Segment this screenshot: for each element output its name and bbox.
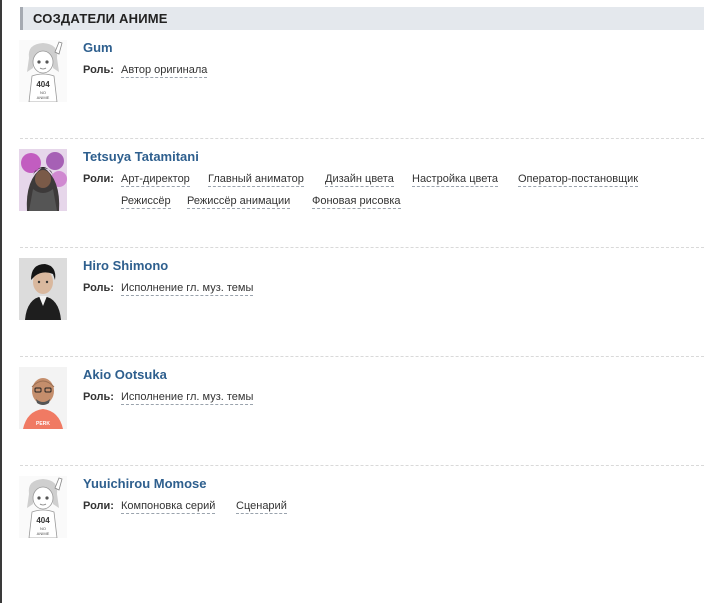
person-name-link[interactable]: Yuuichirou Momose <box>83 476 207 491</box>
person-name-link[interactable]: Tetsuya Tatamitani <box>83 149 199 164</box>
roles-label: Роль: <box>83 64 114 76</box>
svg-text:ANIME: ANIME <box>37 95 50 100</box>
role-link[interactable]: Режиссёр <box>121 195 171 209</box>
role-link[interactable]: Исполнение гл. муз. темы <box>121 391 254 405</box>
divider <box>20 465 704 466</box>
avatar-placeholder-image[interactable]: 404 NO ANIME <box>19 476 67 538</box>
avatar-photo[interactable]: PERK <box>19 367 67 429</box>
role-link[interactable]: Арт-директор <box>121 173 190 187</box>
role-link[interactable]: Дизайн цвета <box>325 173 394 187</box>
section-title: СОЗДАТЕЛИ АНИМЕ <box>33 11 168 26</box>
svg-text:404: 404 <box>36 80 50 89</box>
roles-label: Роли: <box>83 173 114 185</box>
roles-label: Роли: <box>83 500 114 512</box>
role-link[interactable]: Главный аниматор <box>208 173 304 187</box>
person-name-link[interactable]: Gum <box>83 40 113 55</box>
role-link[interactable]: Фоновая рисовка <box>312 195 401 209</box>
role-link[interactable]: Режиссёр анимации <box>187 195 291 209</box>
divider <box>20 247 704 248</box>
svg-text:404: 404 <box>36 516 50 525</box>
roles-label: Роль: <box>83 391 114 403</box>
avatar-photo[interactable] <box>19 149 67 211</box>
roles-label: Роль: <box>83 282 114 294</box>
avatar-photo[interactable] <box>19 258 67 320</box>
avatar-placeholder-image[interactable]: 404 NO ANIME <box>19 40 67 102</box>
person-name-link[interactable]: Akio Ootsuka <box>83 367 167 382</box>
section-header: СОЗДАТЕЛИ АНИМЕ <box>20 7 704 30</box>
person-name-link[interactable]: Hiro Shimono <box>83 258 168 273</box>
divider <box>20 138 704 139</box>
role-link[interactable]: Сценарий <box>236 500 287 514</box>
role-link[interactable]: Настройка цвета <box>412 173 499 187</box>
divider <box>20 356 704 357</box>
left-edge-bar <box>0 0 2 603</box>
svg-text:ANIME: ANIME <box>37 531 50 536</box>
role-link[interactable]: Исполнение гл. муз. темы <box>121 282 254 296</box>
svg-text:PERK: PERK <box>36 421 50 427</box>
role-link[interactable]: Автор оригинала <box>121 64 208 78</box>
role-link[interactable]: Компоновка серий <box>121 500 216 514</box>
role-link[interactable]: Оператор-постановщик <box>518 173 639 187</box>
